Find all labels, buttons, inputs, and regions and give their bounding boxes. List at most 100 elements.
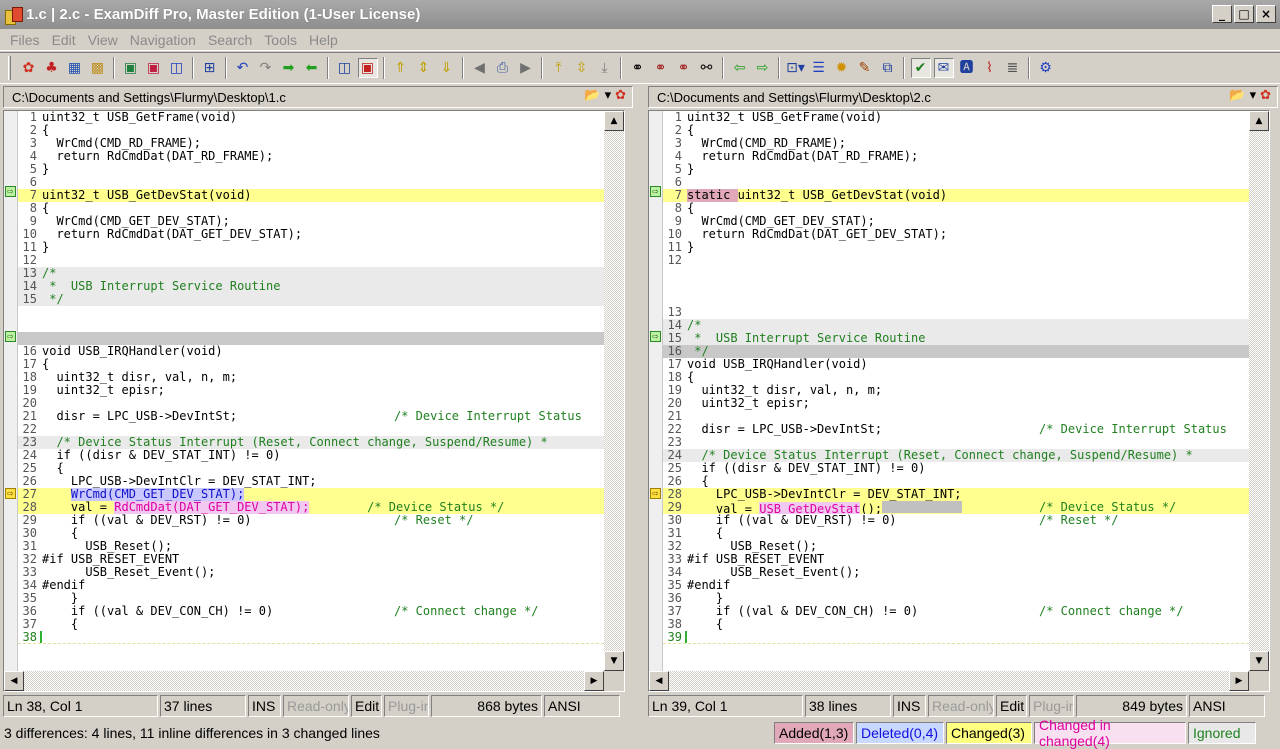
whitespace-icon[interactable]: ⌇ [980, 58, 1000, 78]
minimize-button[interactable]: _ [1212, 5, 1232, 23]
print-icon[interactable]: ⎙ [493, 58, 513, 78]
legend-changed-in-changed[interactable]: Changed in changed(4) [1034, 717, 1186, 749]
current-diff-marker-icon[interactable]: ⇨ [5, 488, 16, 499]
left-vertical-scrollbar[interactable]: ▲ ▼ [604, 111, 624, 671]
menu-navigation[interactable]: Navigation [124, 32, 202, 48]
menu-view[interactable]: View [82, 32, 124, 48]
recompare-icon[interactable]: ♣ [42, 58, 62, 78]
legend-changed[interactable]: Changed(3) [946, 722, 1032, 744]
toolbar-grip[interactable] [8, 56, 11, 80]
filter-icon[interactable]: ≣ [1003, 58, 1023, 78]
scroll-down-icon[interactable]: ▼ [1249, 651, 1269, 671]
right-code[interactable]: 1 uint32_t USB_GetFrame(void) 2{ 3 WrCmd(… [663, 111, 1249, 671]
bottom-icon[interactable]: ⤓ [595, 58, 615, 78]
encoding[interactable]: ANSI [1189, 695, 1265, 717]
left-horizontal-scrollbar[interactable]: ◀ ▶ [4, 671, 604, 691]
center-icon[interactable]: ⇳ [572, 58, 592, 78]
save-both-icon[interactable]: ◫ [167, 58, 187, 78]
settings-icon[interactable]: ✹ [832, 58, 852, 78]
close-button[interactable]: × [1256, 5, 1276, 23]
plugin-toggle[interactable]: Plug-in [1029, 695, 1074, 717]
edit-toggle[interactable]: Edit [996, 695, 1027, 717]
diff-summary: 3 differences: 4 lines, 11 inline differ… [4, 725, 380, 741]
options-dropdown-icon[interactable]: ⊡▾ [786, 58, 806, 78]
first-diff-icon[interactable]: ⇑ [391, 58, 411, 78]
open-dirs-icon[interactable]: ▩ [88, 58, 108, 78]
scroll-up-icon[interactable]: ▲ [1249, 111, 1269, 131]
check-icon[interactable]: ✔ [910, 58, 931, 78]
plugin-toggle[interactable]: Plug-in [384, 695, 429, 717]
menu-edit[interactable]: Edit [46, 32, 82, 48]
encoding[interactable]: ANSI [544, 695, 620, 717]
menu-help[interactable]: Help [303, 32, 344, 48]
open-folder-icon[interactable]: 📂 [584, 88, 600, 103]
left-code[interactable]: 1 uint32_t USB_GetFrame(void) 2{ 3 WrCmd(… [18, 111, 604, 671]
pane-splitter[interactable] [633, 108, 645, 692]
current-diff-marker-icon[interactable]: ⇨ [650, 488, 661, 499]
next-diff-bottom-icon[interactable]: ⇓ [437, 58, 457, 78]
browse-icon[interactable]: ✿ [615, 88, 626, 103]
insert-mode[interactable]: INS [893, 695, 926, 717]
right-code-view[interactable]: ⇨ ⇨ ⇨ 1 uint32_t USB_GetFrame(void) 2{ 3 … [648, 110, 1270, 692]
app-icon[interactable] [4, 6, 23, 25]
dropdown-arrow-icon[interactable]: ▾ [605, 88, 612, 103]
edit-toggle[interactable]: Edit [351, 695, 382, 717]
scroll-right-icon[interactable]: ▶ [584, 671, 604, 691]
legend-ignored[interactable]: Ignored [1188, 722, 1256, 744]
diff-marker-icon[interactable]: ⇨ [5, 331, 16, 342]
compare-icon[interactable]: ✿ [19, 58, 39, 78]
open-folder-icon[interactable]: 📂 [1229, 88, 1245, 103]
prev-icon[interactable]: ◀ [470, 58, 490, 78]
right-horizontal-scrollbar[interactable]: ◀ ▶ [649, 671, 1249, 691]
lines-icon[interactable]: ☰ [809, 58, 829, 78]
menu-search[interactable]: Search [202, 32, 258, 48]
font-icon[interactable]: 🅰 [957, 58, 977, 78]
left-code-view[interactable]: ⇨ ⇨ ⇨ 1 uint32_t USB_GetFrame(void) 2{ 3 … [3, 110, 625, 692]
legend-deleted[interactable]: Deleted(0,4) [856, 722, 944, 744]
scroll-left-icon[interactable]: ◀ [4, 671, 24, 691]
top-icon[interactable]: ⤒ [549, 58, 569, 78]
undo-icon[interactable]: ↶ [233, 58, 253, 78]
scroll-right-icon[interactable]: ▶ [1229, 671, 1249, 691]
diff-marker-icon[interactable]: ⇨ [5, 186, 16, 197]
maximize-button[interactable]: □ [1234, 5, 1254, 23]
read-only-toggle[interactable]: Read-only [928, 695, 994, 717]
read-only-toggle[interactable]: Read-only [283, 695, 349, 717]
find-icon[interactable]: ⚭ [628, 58, 648, 78]
code-line-current[interactable]: 39 [663, 631, 1249, 644]
legend-added[interactable]: Added(1,3) [774, 722, 854, 744]
menu-files[interactable]: Files [4, 32, 46, 48]
current-diff-icon[interactable]: ⇕ [414, 58, 434, 78]
plugin-icon[interactable]: ⧉ [878, 58, 898, 78]
go-left-icon[interactable]: ⇦ [730, 58, 750, 78]
find-prev-icon[interactable]: ⚭ [674, 58, 694, 78]
view-options-icon[interactable]: ⊞ [200, 58, 220, 78]
menu-tools[interactable]: Tools [258, 32, 303, 48]
code-line-current[interactable]: 38 [18, 631, 604, 644]
two-panes-icon[interactable]: ◫ [335, 58, 355, 78]
replace-icon[interactable]: ⚯ [697, 58, 717, 78]
diff-marker-icon[interactable]: ⇨ [650, 186, 661, 197]
redo-icon[interactable]: ↷ [256, 58, 276, 78]
scroll-left-icon[interactable]: ◀ [649, 671, 669, 691]
save-as-icon[interactable]: ▣ [144, 58, 164, 78]
find-next-icon[interactable]: ⚭ [651, 58, 671, 78]
diff-marker-icon[interactable]: ⇨ [650, 331, 661, 342]
scroll-down-icon[interactable]: ▼ [604, 651, 624, 671]
copy-left-icon[interactable]: ⬅ [302, 58, 322, 78]
go-right-icon[interactable]: ⇨ [753, 58, 773, 78]
edit-icon[interactable]: ✎ [855, 58, 875, 78]
insert-mode[interactable]: INS [248, 695, 281, 717]
next-icon[interactable]: ▶ [516, 58, 536, 78]
dropdown-arrow-icon[interactable]: ▾ [1250, 88, 1257, 103]
browse-icon[interactable]: ✿ [1260, 88, 1271, 103]
open-files-icon[interactable]: ▦ [65, 58, 85, 78]
save-icon[interactable]: ▣ [121, 58, 141, 78]
config-icon[interactable]: ⚙ [1036, 58, 1056, 78]
one-pane-icon[interactable]: ▣ [357, 58, 378, 78]
copy-right-icon[interactable]: ➡ [279, 58, 299, 78]
scroll-up-icon[interactable]: ▲ [604, 111, 624, 131]
comment-icon[interactable]: ✉ [933, 58, 954, 78]
right-vertical-scrollbar[interactable]: ▲ ▼ [1249, 111, 1269, 671]
